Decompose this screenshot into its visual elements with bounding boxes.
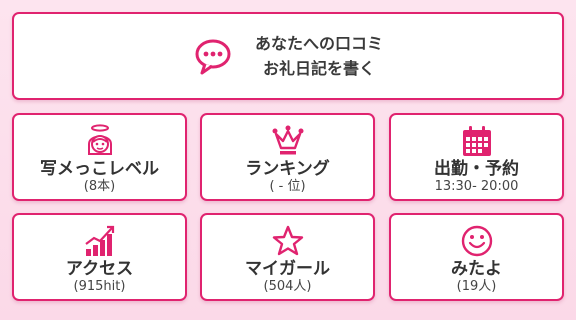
tile-hits: (915hit) — [73, 279, 126, 294]
tile-label: 写メっこレベル — [40, 159, 159, 179]
tile-count: (504人) — [263, 279, 312, 294]
tile-label: マイガール — [245, 259, 330, 279]
schedule-reservation-button[interactable]: 出勤・予約 13:30- 20:00 — [389, 113, 564, 201]
write-review-button[interactable]: あなたへの口コミ お礼日記を書く — [12, 12, 564, 100]
tile-hours: 13:30- 20:00 — [434, 179, 519, 194]
tile-label: みたよ — [451, 259, 502, 279]
review-button-text: あなたへの口コミ お礼日記を書く — [255, 31, 383, 81]
chat-bubble-icon — [195, 39, 231, 75]
my-girl-button[interactable]: マイガール (504人) — [200, 213, 375, 301]
access-button[interactable]: アクセス (915hit) — [12, 213, 187, 301]
mitayo-button[interactable]: みたよ (19人) — [389, 213, 564, 301]
star-icon — [272, 225, 303, 256]
review-button-line2: お礼日記を書く — [262, 59, 375, 78]
ranking-button[interactable]: ランキング ( - 位) — [200, 113, 375, 201]
tile-label: アクセス — [65, 259, 134, 279]
tile-label: ランキング — [245, 159, 330, 179]
tile-label: 出勤・予約 — [434, 159, 519, 179]
calendar-icon — [462, 126, 491, 156]
tile-rank: ( - 位) — [269, 179, 306, 194]
crown-icon — [272, 125, 303, 155]
bar-chart-icon — [84, 225, 114, 256]
photo-diary-level-button[interactable]: 写メっこレベル (8本) — [12, 113, 187, 201]
tile-count: (19人) — [456, 279, 497, 294]
angel-face-icon — [87, 124, 112, 155]
review-button-line1: あなたへの口コミ — [254, 34, 383, 53]
smiley-icon — [461, 225, 492, 257]
tile-count: (8本) — [83, 179, 116, 194]
